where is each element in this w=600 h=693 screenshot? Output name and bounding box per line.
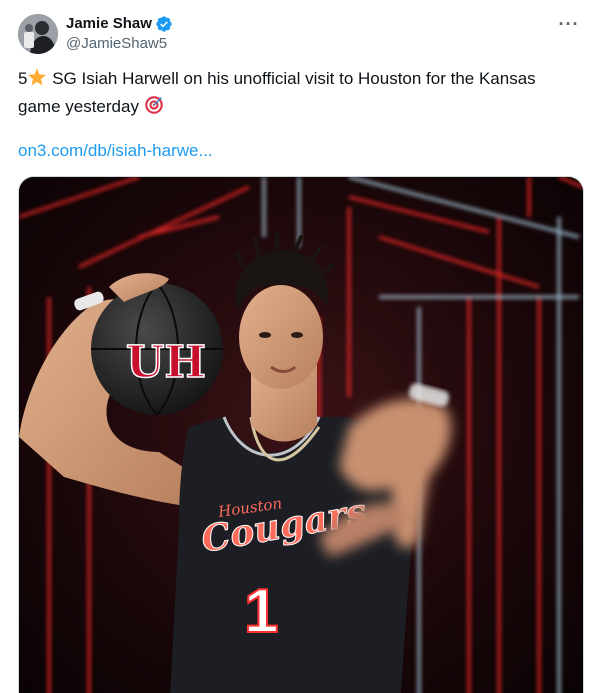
tweet-link[interactable]: on3.com/db/isiah-harwe... <box>18 138 213 163</box>
tweet-main-text: SG Isiah Harwell on his unofficial visit… <box>18 69 536 116</box>
verified-badge-icon[interactable] <box>155 15 173 33</box>
more-options-icon[interactable]: ··· <box>556 14 582 34</box>
rank-number: 5 <box>18 69 28 88</box>
tweet-card[interactable]: Jamie Shaw @JamieShaw5 ··· 5 SG Isiah Ha… <box>0 0 600 693</box>
display-name[interactable]: Jamie Shaw <box>66 15 152 33</box>
avatar[interactable] <box>18 14 58 54</box>
name-row: Jamie Shaw <box>66 15 173 33</box>
direct-hit-emoji-icon <box>144 95 164 122</box>
player-photo: Houston Cougars 1 UH <box>19 177 583 693</box>
ball-logo: UH <box>126 337 206 388</box>
tweet-media[interactable]: Houston Cougars 1 UH <box>18 176 584 693</box>
jersey-number: 1 <box>244 577 278 646</box>
author-names: Jamie Shaw @JamieShaw5 <box>66 15 173 53</box>
tweet-header: Jamie Shaw @JamieShaw5 ··· <box>18 12 586 56</box>
handle[interactable]: @JamieShaw5 <box>66 35 173 53</box>
avatar-image <box>18 14 58 54</box>
tweet-text: 5 SG Isiah Harwell on his unofficial vis… <box>18 66 578 122</box>
star-emoji-icon <box>27 67 47 94</box>
